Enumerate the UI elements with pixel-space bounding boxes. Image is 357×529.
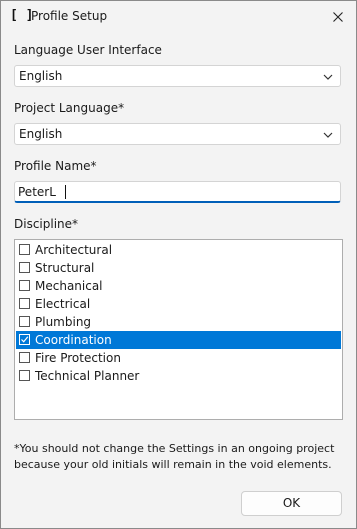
discipline-item[interactable]: Electrical (16, 295, 341, 313)
discipline-checkbox[interactable] (19, 280, 30, 291)
discipline-checkbox[interactable] (19, 316, 30, 327)
discipline-item-label: Architectural (35, 243, 113, 257)
checkmark-icon (21, 336, 29, 343)
discipline-checkbox[interactable] (19, 244, 30, 255)
language-ui-label: Language User Interface (14, 43, 162, 57)
discipline-checkbox[interactable] (19, 262, 30, 273)
profile-name-field[interactable] (14, 181, 341, 203)
project-language-label: Project Language* (14, 101, 125, 115)
close-button[interactable] (326, 5, 350, 29)
discipline-item-label: Electrical (35, 297, 91, 311)
language-ui-value: English (19, 69, 63, 83)
project-language-select[interactable]: English (14, 123, 341, 145)
settings-warning-note: *You should not change the Settings in a… (14, 442, 335, 471)
window-title: Profile Setup (31, 9, 108, 23)
discipline-listbox[interactable]: Architectural Structural Mechanical Electri… (14, 239, 343, 420)
discipline-item[interactable]: Mechanical (16, 277, 341, 295)
profile-setup-dialog: [ ] Profile Setup Language User Interfac… (0, 0, 357, 529)
close-icon (333, 12, 343, 22)
discipline-item[interactable]: Coordination (16, 331, 341, 349)
discipline-item[interactable]: Architectural (16, 241, 341, 259)
chevron-down-icon (323, 74, 333, 80)
discipline-checkbox[interactable] (19, 298, 30, 309)
text-caret (65, 185, 66, 199)
chevron-down-icon (323, 132, 333, 138)
discipline-item-label: Fire Protection (35, 351, 121, 365)
discipline-item-label: Technical Planner (35, 369, 140, 383)
language-ui-select[interactable]: English (14, 65, 341, 87)
discipline-item-label: Structural (35, 261, 95, 275)
ok-button[interactable]: OK (241, 491, 342, 516)
discipline-label: Discipline* (14, 217, 79, 231)
discipline-item-label: Coordination (35, 333, 112, 347)
profile-name-label: Profile Name* (14, 159, 97, 173)
discipline-item[interactable]: Structural (16, 259, 341, 277)
discipline-checkbox[interactable] (19, 352, 30, 363)
discipline-item-label: Plumbing (35, 315, 92, 329)
title-bar: [ ] Profile Setup (1, 1, 356, 33)
project-language-value: English (19, 127, 63, 141)
discipline-checkbox[interactable] (19, 370, 30, 381)
profile-name-input[interactable] (18, 184, 318, 200)
discipline-checkbox[interactable] (19, 334, 30, 345)
discipline-item-label: Mechanical (35, 279, 103, 293)
discipline-item[interactable]: Plumbing (16, 313, 341, 331)
discipline-item[interactable]: Technical Planner (16, 367, 341, 385)
discipline-item[interactable]: Fire Protection (16, 349, 341, 367)
bracket-app-icon: [ ] (10, 8, 34, 23)
